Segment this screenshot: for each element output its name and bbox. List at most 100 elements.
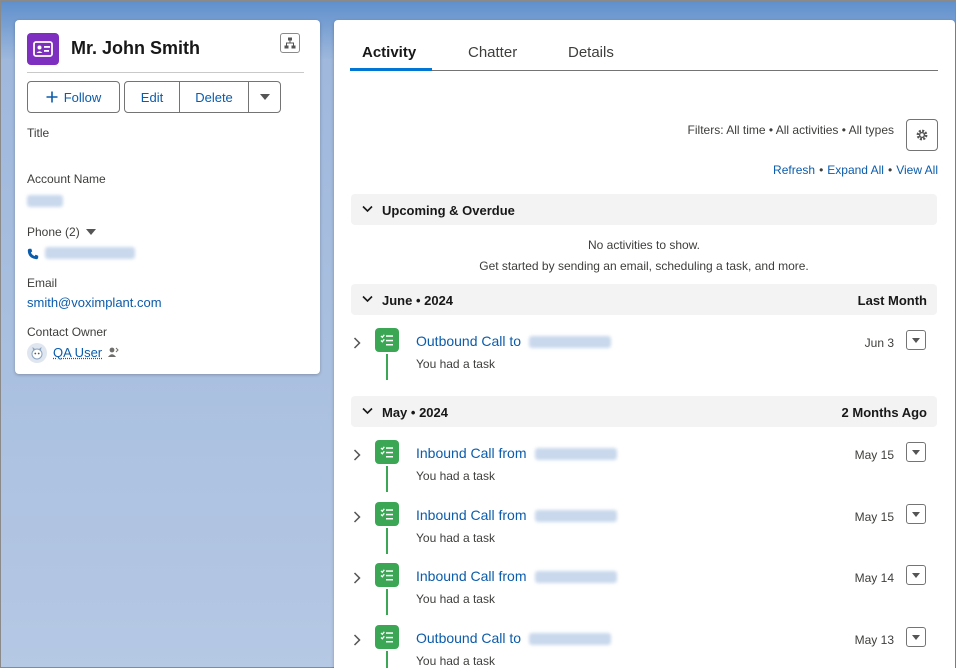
activity-panel: Activity Chatter Details Filters: All ti… <box>334 20 955 668</box>
chevron-down-icon <box>912 449 920 455</box>
record-title: Mr. John Smith <box>71 38 201 58</box>
activity-item: Outbound Call to You had a task Jun 3 <box>351 328 937 390</box>
task-icon <box>375 440 399 464</box>
timeline-connector <box>386 528 388 554</box>
chevron-down-icon <box>362 205 373 213</box>
phone-number-redacted <box>529 633 611 645</box>
activity-menu-button[interactable] <box>906 330 926 350</box>
task-icon <box>375 328 399 352</box>
account-name-label: Account Name <box>27 172 106 186</box>
section-relative-date: 2 Months Ago <box>841 405 927 420</box>
section-upcoming-overdue[interactable]: Upcoming & Overdue <box>351 194 937 225</box>
phone-field-label[interactable]: Phone (2) <box>27 225 96 239</box>
phone-label-text: Phone (2) <box>27 225 80 239</box>
activity-item: Inbound Call from You had a task May 14 <box>351 563 937 625</box>
edit-button[interactable]: Edit <box>124 81 180 113</box>
chevron-down-icon <box>912 337 920 343</box>
title-divider <box>27 72 304 73</box>
section-title: June • 2024 <box>382 293 454 308</box>
activity-subtitle: You had a task <box>416 469 495 483</box>
task-icon <box>375 625 399 649</box>
section-title: May • 2024 <box>382 405 448 420</box>
plus-icon <box>46 91 58 103</box>
filter-settings-button[interactable] <box>906 119 938 151</box>
tab-activity[interactable]: Activity <box>362 44 416 61</box>
section-relative-date: Last Month <box>857 293 927 308</box>
activity-subtitle: You had a task <box>416 357 495 371</box>
gear-icon <box>916 129 928 141</box>
activity-item: Outbound Call to You had a task May 13 <box>351 625 937 668</box>
contact-card-icon <box>27 33 59 65</box>
activity-title-link[interactable]: Inbound Call from <box>416 445 527 461</box>
chevron-down-icon <box>912 634 920 640</box>
expand-all-link[interactable]: Expand All <box>827 163 884 177</box>
activity-subtitle: You had a task <box>416 531 495 545</box>
activity-quick-links: Refresh • Expand All • View All <box>773 163 938 177</box>
task-icon <box>375 502 399 526</box>
tabs-divider <box>350 70 938 71</box>
empty-state-hint: Get started by sending an email, schedul… <box>479 259 809 273</box>
link-separator: • <box>819 163 824 177</box>
change-owner-icon[interactable] <box>107 346 119 358</box>
section-title: Upcoming & Overdue <box>382 203 515 218</box>
chevron-down-icon <box>912 511 920 517</box>
chevron-down-icon <box>259 94 270 100</box>
timeline-connector <box>386 589 388 615</box>
section-may-2024[interactable]: May • 2024 2 Months Ago <box>351 396 937 427</box>
task-icon <box>375 563 399 587</box>
empty-state-title: No activities to show. <box>587 238 701 252</box>
chevron-down-icon <box>85 229 96 235</box>
refresh-link[interactable]: Refresh <box>773 163 815 177</box>
email-link[interactable]: smith@voximplant.com <box>27 295 162 310</box>
link-separator: • <box>887 163 893 177</box>
email-field-label: Email <box>27 276 58 290</box>
phone-number-redacted <box>529 336 611 348</box>
title-field-label: Title <box>27 126 50 140</box>
chevron-right-icon[interactable] <box>353 572 361 584</box>
contact-owner-label: Contact Owner <box>27 325 108 339</box>
delete-button[interactable]: Delete <box>179 81 249 113</box>
activity-subtitle: You had a task <box>416 654 495 668</box>
tab-details[interactable]: Details <box>568 44 614 61</box>
contact-owner-link[interactable]: QA User <box>53 345 102 360</box>
chevron-right-icon[interactable] <box>353 634 361 646</box>
activity-item: Inbound Call from You had a task May 15 <box>351 440 937 502</box>
follow-label: Follow <box>63 89 102 105</box>
chevron-down-icon <box>362 407 373 415</box>
activity-filters: Filters: All time • All activities • All… <box>687 123 894 137</box>
activity-date: May 15 <box>854 448 894 462</box>
chevron-down-icon <box>912 572 920 578</box>
phone-number-redacted <box>535 448 617 460</box>
activity-menu-button[interactable] <box>906 565 926 585</box>
timeline-connector <box>386 651 388 668</box>
account-name-value-redacted[interactable] <box>27 195 63 207</box>
chevron-down-icon <box>362 295 373 303</box>
hierarchy-button[interactable] <box>280 33 300 53</box>
hierarchy-icon <box>284 37 296 49</box>
follow-button[interactable]: Follow <box>27 81 120 113</box>
activity-title-link[interactable]: Outbound Call to <box>416 630 521 646</box>
activity-date: May 13 <box>854 633 894 647</box>
activity-title-link[interactable]: Outbound Call to <box>416 333 521 349</box>
record-highlights-card: Mr. John Smith Follow Edit Delete Title … <box>15 20 320 374</box>
view-all-link[interactable]: View All <box>896 163 938 177</box>
chevron-right-icon[interactable] <box>353 337 361 349</box>
timeline-connector <box>386 466 388 492</box>
activity-menu-button[interactable] <box>906 627 926 647</box>
activity-date: Jun 3 <box>864 336 894 350</box>
tab-chatter[interactable]: Chatter <box>468 44 517 61</box>
activity-item: Inbound Call from You had a task May 15 <box>351 502 937 564</box>
timeline-connector <box>386 354 388 380</box>
phone-icon <box>27 248 39 260</box>
activity-title-link[interactable]: Inbound Call from <box>416 507 527 523</box>
chevron-right-icon[interactable] <box>353 449 361 461</box>
activity-subtitle: You had a task <box>416 592 495 606</box>
activity-menu-button[interactable] <box>906 504 926 524</box>
section-june-2024[interactable]: June • 2024 Last Month <box>351 284 937 315</box>
activity-title-link[interactable]: Inbound Call from <box>416 568 527 584</box>
more-actions-button[interactable] <box>248 81 281 113</box>
activity-menu-button[interactable] <box>906 442 926 462</box>
chevron-right-icon[interactable] <box>353 511 361 523</box>
phone-value-redacted[interactable] <box>45 247 135 259</box>
phone-number-redacted <box>535 510 617 522</box>
